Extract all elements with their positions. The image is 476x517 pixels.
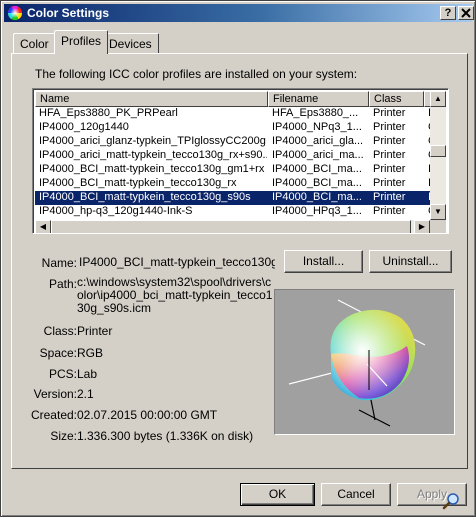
ok-button[interactable]: OK [240, 483, 315, 506]
space-label: Space: [39, 346, 77, 360]
profile-name-cell: HFA_Eps3880_PK_PRPearl [39, 107, 178, 119]
profile-name-cell: IP4000_BCI_matt-typkein_tecco130g_gm1+rx [39, 163, 265, 175]
horizontal-scroll-thumb[interactable] [51, 220, 411, 233]
profile-name-cell: IP4000_BCI_matt-typkein_tecco130g_rx [39, 177, 237, 189]
close-icon [461, 8, 471, 18]
vertical-scrollbar[interactable]: ▲ ▼ [430, 91, 446, 220]
horizontal-scrollbar[interactable]: ◀ ▶ [35, 220, 430, 233]
profile-name-cell: IP4000_arici_glanz-typkein_TPIglossyCC20… [39, 135, 266, 147]
profile-class-cell: Printer [373, 163, 406, 175]
profile-name-cell: IP4000_hp-q3_120g1440-Ink-S [39, 205, 193, 217]
size-value: 1.336.300 bytes (1.336K on disk) [77, 429, 254, 443]
path-label: Path: [48, 277, 77, 291]
table-row[interactable]: IP4000_BCI_matt-typkein_tecco130g_gm1+rx… [35, 163, 430, 177]
profile-filename-cell: IP4000_arici_ma... [272, 149, 364, 161]
profiles-panel: The following ICC color profiles are ins… [11, 53, 468, 510]
profile-name-cell: IP4000_120g1440 [39, 121, 129, 133]
profile-filename-cell: IP4000_HPq3_1... [272, 205, 362, 217]
intro-text: The following ICC color profiles are ins… [35, 67, 358, 81]
help-button[interactable]: ? [440, 6, 456, 20]
magnifier-icon[interactable] [442, 492, 460, 510]
profile-filename-cell: HFA_Eps3880_... [272, 107, 359, 119]
gamut-visualization [288, 299, 426, 427]
color-settings-window: Color Settings ? Color Profiles Devices … [0, 0, 476, 517]
table-row[interactable]: HFA_Eps3880_PK_PRPearl HFA_Eps3880_... Pri… [35, 107, 430, 121]
name-value: IP4000_BCI_matt-typkein_tecco130g_s [77, 252, 275, 272]
space-value: RGB [77, 346, 104, 360]
pcs-value: Lab [77, 367, 98, 381]
size-label: Size: [50, 429, 77, 443]
table-row[interactable]: IP4000_BCI_matt-typkein_tecco130g_s90s IP… [35, 191, 430, 205]
profile-name-cell: IP4000_arici_matt-typkein_tecco130g_rx+s… [39, 149, 267, 161]
created-label: Created: [30, 408, 77, 422]
color-wheel-icon [7, 5, 23, 21]
table-row[interactable]: IP4000_arici_glanz-typkein_TPIglossyCC20… [35, 135, 430, 149]
cancel-button[interactable]: Cancel [321, 483, 391, 506]
profile-class-cell: Printer [373, 149, 406, 161]
list-rows: HFA_Eps3880_PK_PRPearl HFA_Eps3880_... Pri… [35, 107, 430, 220]
profile-filename-cell: IP4000_NPq3_1... [272, 121, 362, 133]
scroll-down-button[interactable]: ▼ [430, 204, 446, 220]
profile-filename-cell: IP4000_arici_gla... [272, 135, 364, 147]
class-value: Printer [77, 324, 113, 338]
tab-profiles[interactable]: Profiles [54, 30, 109, 54]
table-row[interactable]: IP4000_hp-q3_120g1440-Ink-S IP4000_HPq3_1… [35, 205, 430, 219]
version-value: 2.1 [77, 387, 94, 401]
profile-filename-cell: IP4000_BCI_ma... [272, 163, 362, 175]
scroll-left-button[interactable]: ◀ [35, 220, 51, 233]
table-row[interactable]: IP4000_BCI_matt-typkein_tecco130g_rx IP40… [35, 177, 430, 191]
created-value: 02.07.2015 00:00:00 GMT [77, 408, 218, 422]
tab-color[interactable]: Color [13, 33, 56, 53]
name-label: Name: [41, 256, 77, 270]
window-title: Color Settings [27, 6, 110, 20]
table-row[interactable]: IP4000_arici_matt-typkein_tecco130g_rx+s… [35, 149, 430, 163]
column-header-filename[interactable]: Filename [268, 91, 369, 107]
profile-class-cell: Printer [373, 121, 406, 133]
profile-class-cell: Printer [373, 205, 406, 217]
profile-filename-cell: IP4000_BCI_ma... [272, 191, 362, 203]
scroll-corner [430, 220, 446, 233]
gamut-preview[interactable] [274, 289, 455, 435]
scroll-up-button[interactable]: ▲ [430, 91, 446, 107]
pcs-label: PCS: [48, 367, 77, 381]
install-button[interactable]: Install... [284, 250, 363, 273]
table-row[interactable]: IP4000_120g1440IP4000_NPq3_1...PrinterC [35, 121, 430, 135]
profile-class-cell: Printer [373, 135, 406, 147]
path-value: c:\windows\system32\spool\drivers\color\… [77, 275, 273, 315]
zoom-icon [442, 493, 459, 510]
profiles-list[interactable]: Name Filename Class I HFA_Eps3880_PK_PRP… [32, 88, 449, 234]
column-header-name[interactable]: Name [35, 91, 268, 107]
uninstall-button[interactable]: Uninstall... [369, 250, 452, 273]
list-header: Name Filename Class I [35, 91, 436, 107]
profile-class-cell: Printer [373, 107, 406, 119]
profile-class-cell: Printer [373, 177, 406, 189]
version-label: Version: [33, 387, 77, 401]
profile-name-cell: IP4000_BCI_matt-typkein_tecco130g_s90s [39, 191, 251, 203]
close-button[interactable] [458, 6, 474, 20]
profile-filename-cell: IP4000_BCI_ma... [272, 177, 362, 189]
scroll-right-button[interactable]: ▶ [414, 220, 430, 233]
vertical-scroll-thumb[interactable] [430, 145, 446, 157]
tab-devices[interactable]: Devices [102, 33, 159, 53]
title-bar[interactable]: Color Settings ? [4, 4, 474, 22]
class-label: Class: [43, 324, 77, 338]
profile-class-cell: Printer [373, 191, 406, 203]
column-header-class[interactable]: Class [369, 91, 424, 107]
